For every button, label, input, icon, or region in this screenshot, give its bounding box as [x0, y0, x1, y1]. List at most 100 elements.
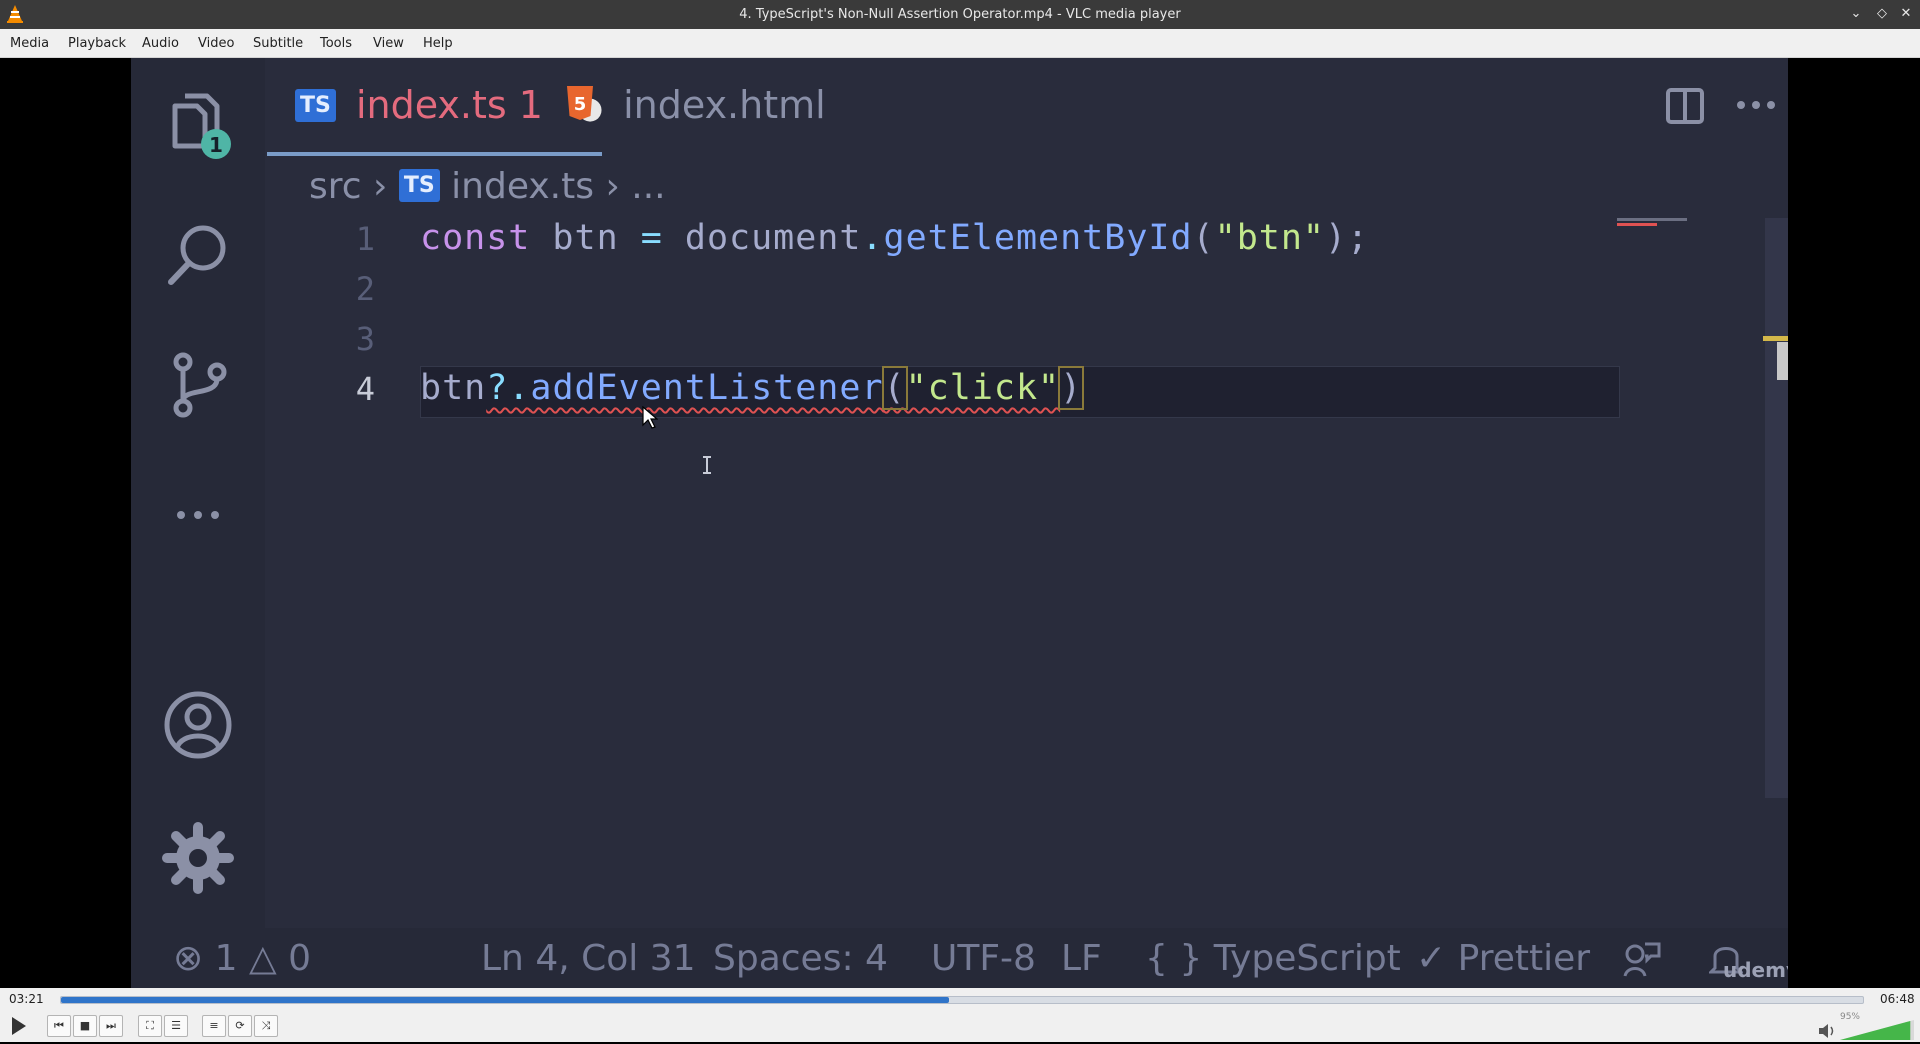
menu-subtitle[interactable]: Subtitle: [253, 36, 303, 51]
menu-view[interactable]: View: [373, 36, 404, 51]
warning-icon: △: [248, 938, 277, 979]
volume-slider[interactable]: [1840, 1020, 1914, 1040]
active-tab-indicator: [267, 152, 602, 156]
previous-button[interactable]: ⏮: [47, 1015, 71, 1037]
maximize-button[interactable]: ◇: [1873, 5, 1891, 23]
split-editor-icon: [1666, 88, 1704, 124]
stop-button[interactable]: ■: [73, 1015, 97, 1037]
breadcrumb: src › TS index.ts › ...: [309, 166, 666, 207]
loop-button[interactable]: ⟳: [228, 1015, 252, 1037]
check-icon: ✓: [1416, 938, 1447, 979]
explorer-badge: 1: [209, 133, 223, 157]
udemy-watermark: udemy: [1723, 958, 1788, 982]
breadcrumb-folder: src: [309, 166, 362, 207]
tab-label: index.ts 1: [355, 83, 543, 127]
code-paren-close: ): [1058, 366, 1085, 410]
previous-icon: ⏮: [54, 1019, 64, 1032]
play-icon: [12, 1017, 26, 1035]
language-status: { } TypeScript: [1145, 938, 1401, 979]
code-identifier: btn: [420, 368, 487, 408]
menu-audio[interactable]: Audio: [142, 36, 179, 51]
tab-index-ts: TS index.ts 1 ●: [295, 83, 603, 139]
play-button[interactable]: [4, 1015, 32, 1037]
problems-status: ⊗ 1 △ 0: [173, 938, 311, 979]
scrollbar-thumb[interactable]: [1777, 342, 1788, 380]
stop-icon: ■: [79, 1019, 91, 1032]
menu-help[interactable]: Help: [423, 36, 453, 51]
elapsed-time: 03:21: [9, 992, 44, 1006]
menu-bar: Media Playback Audio Video Subtitle Tool…: [0, 29, 1920, 58]
account-icon: [164, 691, 232, 759]
volume-level: [1840, 1021, 1911, 1040]
error-icon: ⊗: [173, 938, 204, 979]
code-paren-open: (: [1192, 218, 1215, 258]
cursor-position: Ln 4, Col 31: [481, 938, 696, 979]
warning-count: 0: [288, 938, 312, 979]
activity-bar: 1: [131, 58, 265, 928]
next-icon: ⏭: [106, 1019, 116, 1032]
feedback-icon: [1623, 942, 1661, 977]
line-number: 4: [355, 370, 375, 408]
loop-icon: ⟳: [235, 1019, 245, 1032]
code-keyword: const: [420, 218, 531, 258]
seek-progress: [61, 997, 950, 1003]
code-function: addEventListener: [530, 368, 884, 408]
next-button[interactable]: ⏭: [99, 1015, 123, 1037]
chevron-right-icon: ›: [605, 166, 632, 207]
menu-media[interactable]: Media: [10, 36, 49, 51]
fullscreen-button[interactable]: ⛶: [138, 1015, 162, 1037]
editor-scrollbar[interactable]: [1765, 218, 1788, 798]
chevron-right-icon: ›: [373, 166, 399, 207]
random-button[interactable]: ⤨: [254, 1015, 278, 1037]
html5-file-icon: 5: [567, 86, 593, 120]
code-dot: .: [861, 218, 884, 258]
playlist-icon: ≡: [209, 1019, 219, 1032]
equalizer-icon: ☰: [171, 1019, 181, 1032]
code-identifier: btn: [530, 218, 641, 258]
total-time: 06:48: [1880, 992, 1915, 1006]
line-number: 3: [355, 320, 375, 358]
scrollbar-marker: [1763, 336, 1788, 341]
shuffle-icon: ⤨: [261, 1019, 271, 1032]
minimize-button[interactable]: ⌄: [1847, 5, 1865, 23]
fullscreen-icon: ⛶: [146, 1019, 154, 1032]
timeline-bar: 03:21 06:48: [0, 988, 1920, 1010]
extended-settings-button[interactable]: ☰: [164, 1015, 188, 1037]
menu-tools[interactable]: Tools: [320, 36, 352, 51]
tab-index-html: 5 index.html: [565, 83, 826, 139]
tab-label: index.html: [623, 83, 826, 127]
minimap-line: [1617, 218, 1687, 221]
window-title: 4. TypeScript's Non-Null Assertion Opera…: [739, 7, 1181, 22]
video-area[interactable]: 1 TS index.ts 1 5 index.html src › TS in…: [0, 58, 1920, 988]
minimap-error: [1617, 223, 1657, 226]
editor-area: TS index.ts 1 ● 5 index.html src: [265, 58, 1788, 928]
source-control-icon: [173, 352, 227, 418]
close-button[interactable]: ✕: [1897, 5, 1915, 23]
indentation-status: Spaces: 4: [713, 938, 888, 979]
status-bar: ⊗ 1 △ 0 Ln 4, Col 31 Spaces: 4 UTF-8 LF …: [131, 928, 1788, 988]
encoding-status: UTF-8: [931, 938, 1036, 979]
more-dots-icon: [177, 511, 219, 519]
code-function: getElementById: [883, 218, 1193, 258]
prettier-label: Prettier: [1457, 938, 1591, 979]
eol-status: LF: [1061, 938, 1102, 979]
title-bar: 4. TypeScript's Non-Null Assertion Opera…: [0, 0, 1920, 29]
html5-badge: 5: [574, 94, 587, 115]
playlist-button[interactable]: ≡: [202, 1015, 226, 1037]
breadcrumb-more: ...: [631, 166, 666, 207]
menu-video[interactable]: Video: [198, 36, 234, 51]
code-optional-chain: ?.: [486, 368, 531, 408]
code-operator: =: [640, 218, 663, 258]
code-line-1: const btn = document.getElementById("btn…: [420, 218, 1369, 258]
menu-playback[interactable]: Playback: [68, 36, 126, 51]
code-object: document: [662, 218, 862, 258]
seek-slider[interactable]: [60, 996, 1864, 1004]
settings-gear-icon: [162, 822, 234, 894]
explorer-files-icon: 1: [172, 93, 231, 159]
text-cursor-icon: [703, 456, 711, 474]
editor-more-icon: [1737, 101, 1775, 109]
volume-speaker-icon[interactable]: [1818, 1024, 1836, 1038]
search-icon: [168, 225, 226, 285]
line-number: 1: [355, 220, 375, 258]
code-string: "btn": [1214, 218, 1325, 258]
